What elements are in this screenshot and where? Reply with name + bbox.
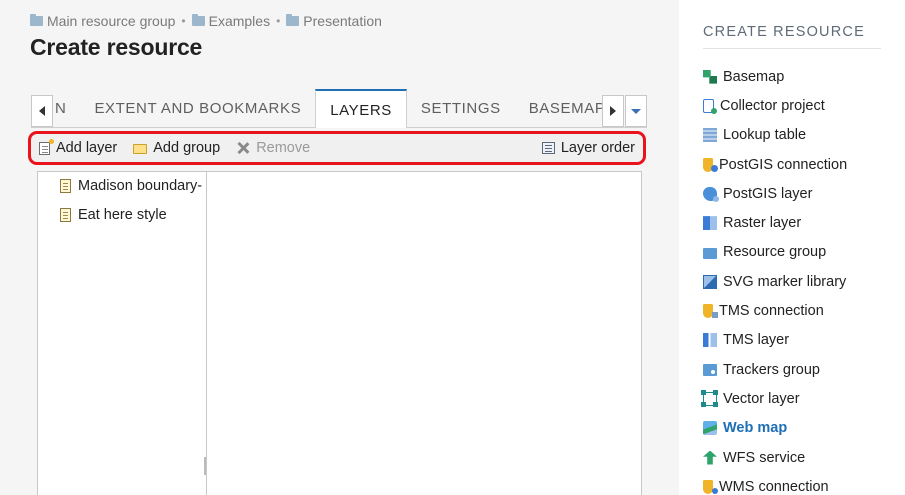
breadcrumb-label[interactable]: Examples (209, 13, 270, 29)
sidebar-item-resource-group[interactable]: Resource group (703, 238, 847, 267)
chevron-down-icon (631, 108, 641, 114)
tree-item-label: Madison boundary- (78, 178, 203, 194)
layers-toolbar: Add layer Add group Remove Layer order (28, 131, 646, 165)
collector-project-icon (703, 98, 717, 114)
sidebar-item-label: Basemap (723, 68, 785, 85)
tab-partial[interactable]: N (54, 89, 80, 128)
sidebar-item-collector-project[interactable]: Collector project (703, 91, 847, 120)
remove-label: Remove (256, 140, 311, 156)
raster-layer-icon (703, 216, 717, 231)
sidebar-item-label: Vector layer (723, 390, 800, 407)
tab-settings[interactable]: SETTINGS (407, 89, 515, 128)
list-icon (541, 142, 555, 154)
sidebar-item-svg-marker-library[interactable]: SVG marker library (703, 267, 847, 296)
layer-order-button[interactable]: Layer order (541, 140, 635, 156)
close-icon (236, 141, 250, 155)
sidebar-item-postgis-connection[interactable]: PostGIS connection (703, 150, 847, 179)
sidebar-item-vector-layer[interactable]: Vector layer (701, 384, 847, 413)
sidebar-item-tms-connection[interactable]: TMS connection (703, 296, 847, 325)
postgis-layer-icon (703, 186, 719, 202)
sidebar-item-label: Resource group (723, 244, 827, 261)
sidebar-divider (703, 48, 881, 49)
sidebar-item-label: WMS connection (719, 478, 829, 495)
create-resource-sidebar: CREATE RESOURCE Basemap Collector projec… (679, 0, 905, 495)
sidebar-item-label: Raster layer (723, 215, 802, 232)
chevron-left-icon (39, 106, 45, 116)
add-layer-label: Add layer (56, 140, 118, 156)
layers-tree-panel: Madison boundary- Eat here style (37, 171, 207, 495)
chevron-right-icon (610, 106, 616, 116)
breadcrumb-item-main-resource-group[interactable]: Main resource group (30, 13, 175, 29)
document-icon (60, 179, 71, 193)
web-map-icon (703, 421, 717, 436)
breadcrumb: Main resource group • Examples • Present… (30, 12, 382, 30)
breadcrumb-item-examples[interactable]: Examples (191, 13, 270, 29)
add-group-button[interactable]: Add group (133, 140, 220, 156)
sidebar-item-label: Collector project (720, 97, 825, 114)
sidebar-item-label: SVG marker library (723, 273, 847, 290)
sidebar-item-label: Lookup table (723, 127, 807, 144)
main-area: Main resource group • Examples • Present… (0, 0, 679, 495)
layer-settings-panel (206, 171, 642, 495)
remove-button[interactable]: Remove (236, 140, 310, 156)
tab-layers[interactable]: LAYERS (315, 89, 407, 128)
add-layer-button[interactable]: Add layer (39, 138, 118, 156)
breadcrumb-separator: • (181, 14, 186, 28)
svg-marker-library-icon (703, 274, 717, 289)
trackers-group-icon (703, 364, 717, 377)
tab-bar: N EXTENT AND BOOKMARKS LAYERS SETTINGS B… (31, 89, 647, 128)
tree-item-eat-here-style[interactable]: Eat here style (60, 207, 167, 223)
sidebar-item-label: Trackers group (723, 361, 820, 378)
tree-item-madison-boundary[interactable]: Madison boundary- (60, 178, 202, 194)
resource-type-list: Basemap Collector project Lookup table P… (701, 62, 847, 495)
tab-basemaps[interactable]: BASEMAPS (515, 89, 602, 128)
sidebar-item-wfs-service[interactable]: WFS service (703, 443, 847, 472)
sidebar-item-label: TMS layer (723, 332, 790, 349)
sidebar-item-label: Web map (723, 420, 788, 437)
lookup-table-icon (703, 128, 717, 143)
breadcrumb-label[interactable]: Main resource group (47, 13, 175, 29)
breadcrumb-item-presentation[interactable]: Presentation (286, 13, 382, 29)
sidebar-item-raster-layer[interactable]: Raster layer (703, 208, 847, 237)
sidebar-item-label: PostGIS connection (719, 156, 848, 173)
tab-scroll-left-button[interactable] (31, 95, 53, 127)
tab-extent-and-bookmarks[interactable]: EXTENT AND BOOKMARKS (80, 89, 315, 128)
folder-icon (191, 14, 205, 26)
sidebar-item-web-map[interactable]: Web map (703, 414, 847, 443)
sidebar-item-basemap[interactable]: Basemap (703, 62, 847, 91)
sidebar-title: CREATE RESOURCE (703, 24, 865, 40)
wms-connection-icon (703, 479, 718, 494)
tms-connection-icon (703, 304, 718, 319)
sidebar-item-tms-layer[interactable]: TMS layer (703, 326, 847, 355)
postgis-connection-icon (703, 157, 718, 172)
folder-icon (286, 14, 300, 26)
page-title: Create resource (30, 34, 203, 60)
layer-order-label: Layer order (560, 140, 635, 156)
add-layer-icon (39, 138, 54, 155)
sidebar-item-lookup-table[interactable]: Lookup table (703, 121, 847, 150)
document-icon (60, 208, 71, 222)
folder-icon (133, 144, 148, 154)
tab-scroll-right-button[interactable] (602, 95, 624, 127)
resource-group-icon (703, 247, 717, 259)
folder-icon (30, 14, 43, 26)
sidebar-item-label: WFS service (723, 449, 806, 466)
sidebar-item-label: PostGIS layer (723, 185, 813, 202)
sidebar-item-trackers-group[interactable]: Trackers group (703, 355, 847, 384)
vector-layer-icon (701, 389, 717, 406)
breadcrumb-separator: • (276, 14, 281, 28)
sidebar-item-wms-connection[interactable]: WMS connection (703, 472, 847, 495)
wfs-service-icon (703, 450, 717, 465)
breadcrumb-label[interactable]: Presentation (303, 13, 382, 29)
sidebar-item-postgis-layer[interactable]: PostGIS layer (703, 179, 847, 208)
tab-menu-button[interactable] (625, 95, 647, 127)
panel-splitter-handle[interactable] (204, 457, 206, 475)
tree-item-label: Eat here style (78, 207, 167, 223)
tms-layer-icon (703, 333, 717, 348)
add-group-label: Add group (153, 140, 221, 156)
sidebar-item-label: TMS connection (719, 303, 824, 320)
tab-list: N EXTENT AND BOOKMARKS LAYERS SETTINGS B… (54, 89, 602, 128)
basemap-icon (703, 69, 717, 84)
